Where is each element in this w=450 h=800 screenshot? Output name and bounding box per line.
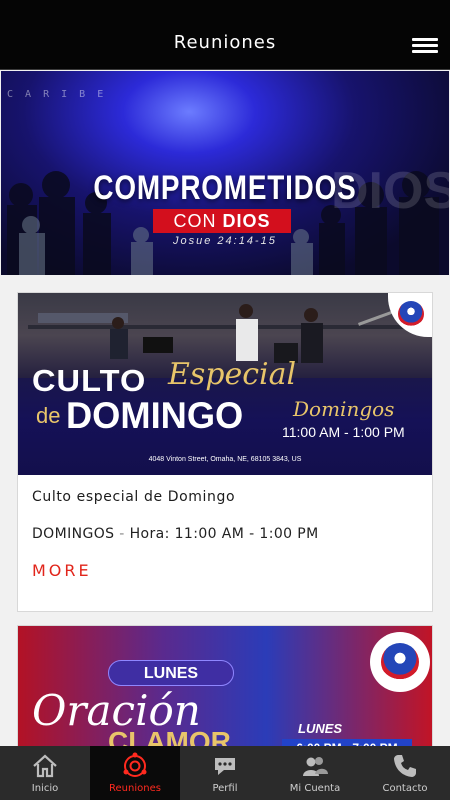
hero-headline: COMPROMETIDOS — [93, 169, 357, 207]
banner-lunes-pill: LUNES — [108, 660, 234, 686]
banner-address: 4048 Vinton Street, Omaha, NE, 68105 384… — [148, 456, 302, 463]
meeting-card[interactable]: LUNES Oración CLAMOR LUNES 6:00 PM - 7:0… — [17, 625, 433, 755]
hero-subline: CON DIOS — [153, 209, 291, 233]
meeting-day: DOMINGOS — [32, 526, 115, 542]
banner-especial: Especial — [168, 357, 297, 392]
meeting-title: Culto especial de Domingo — [32, 489, 236, 505]
hero-verse: Josue 24:14-15 — [173, 235, 277, 247]
page-title: Reuniones — [173, 32, 277, 53]
banner-lunes-small: LUNES — [298, 721, 343, 736]
nav-item-inicio[interactable]: Inicio — [0, 746, 90, 800]
hero-subline-bold: DIOS — [222, 211, 271, 231]
nav-item-perfil[interactable]: Perfil — [180, 746, 270, 800]
meeting-card[interactable]: CULTO Especial de DOMINGO Domingos 11:00… — [17, 292, 433, 612]
banner-domingo: DOMINGO — [66, 395, 244, 436]
meeting-separator: - — [114, 526, 130, 542]
church-logo — [370, 632, 430, 692]
church-logo-icon — [381, 643, 419, 681]
meeting-hour: Hora: 11:00 AM - 1:00 PM — [129, 526, 319, 542]
bottom-navigation: Inicio Reuniones Perfil Mi Cuenta Contac… — [0, 746, 450, 800]
nav-label: Inicio — [31, 783, 59, 794]
meeting-card-body: Culto especial de Domingo DOMINGOS - Hor… — [18, 475, 432, 580]
banner-culto: CULTO — [32, 363, 147, 398]
banner-de: de — [36, 403, 61, 428]
meeting-card-banner[interactable]: CULTO Especial de DOMINGO Domingos 11:00… — [18, 293, 432, 475]
nav-label: Mi Cuenta — [289, 783, 341, 794]
nav-label: Perfil — [212, 783, 238, 794]
nav-label: Contacto — [382, 783, 428, 794]
banner-domingos-script: Domingos — [293, 397, 395, 421]
church-logo-icon — [398, 301, 424, 327]
more-link[interactable]: MORE — [32, 561, 92, 580]
meeting-card-banner[interactable]: LUNES Oración CLAMOR LUNES 6:00 PM - 7:0… — [18, 626, 432, 754]
target-icon — [123, 752, 147, 777]
hamburger-menu-icon[interactable] — [412, 36, 440, 56]
top-bar: Reuniones — [0, 0, 450, 70]
banner-times: 11:00 AM - 1:00 PM — [282, 424, 405, 440]
nav-label: Reuniones — [109, 783, 161, 794]
app-screen: Reuniones C A R I B E DIOS COMPROMETIDOS… — [0, 0, 450, 800]
chat-bubble-icon — [215, 758, 235, 775]
hero-background-text: C A R I B E — [7, 89, 107, 100]
phone-icon — [394, 755, 416, 777]
meeting-schedule: DOMINGOS - Hora: 11:00 AM - 1:00 PM — [32, 526, 418, 542]
users-icon — [303, 757, 328, 776]
nav-item-reuniones[interactable]: Reuniones — [90, 746, 180, 800]
hero-subline-pre: CON — [173, 211, 217, 231]
hero-banner[interactable]: C A R I B E DIOS COMPROMETIDOS CON DIOS … — [1, 71, 449, 275]
nav-item-contacto[interactable]: Contacto — [360, 746, 450, 800]
nav-item-mi-cuenta[interactable]: Mi Cuenta — [270, 746, 360, 800]
home-icon — [33, 754, 57, 778]
